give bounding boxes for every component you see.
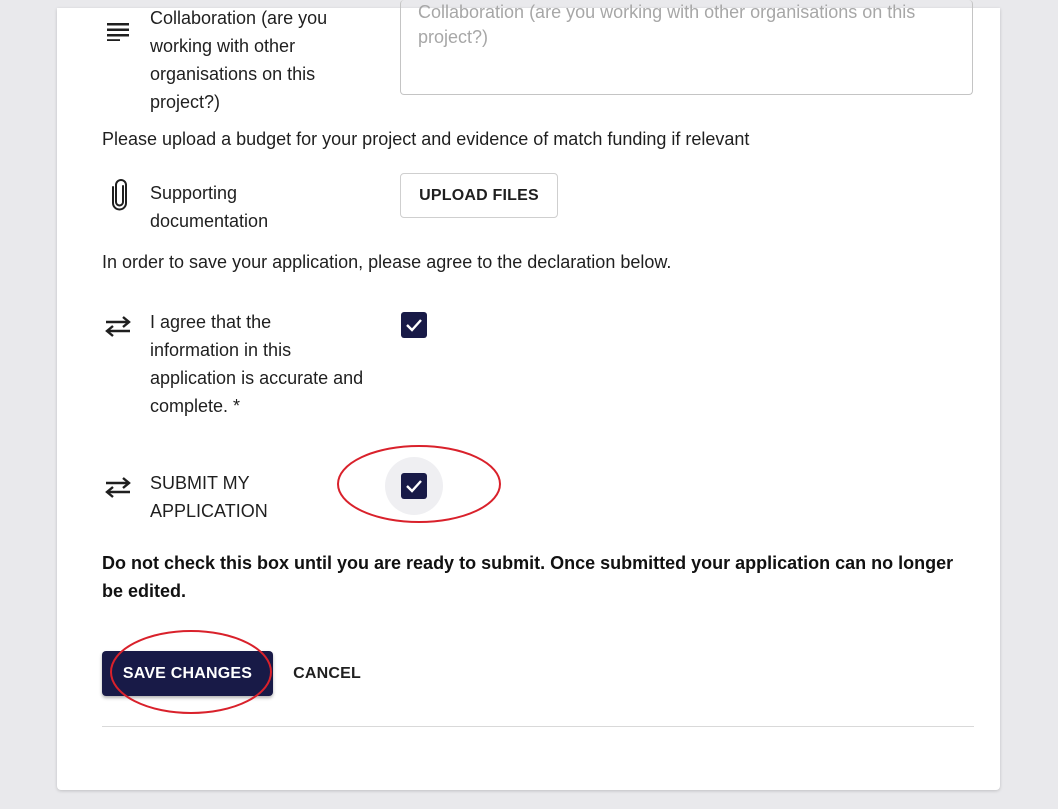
- collaboration-placeholder: Collaboration (are you working with othe…: [418, 2, 916, 47]
- budget-instruction: Please upload a budget for your project …: [102, 129, 750, 149]
- paperclip-icon: [112, 179, 127, 211]
- cancel-button[interactable]: CANCEL: [283, 651, 371, 696]
- agree-label: I agree that the information in this app…: [150, 312, 364, 416]
- declaration-instruction: In order to save your application, pleas…: [102, 252, 672, 272]
- supporting-docs-label: Supporting documentation: [150, 183, 269, 231]
- swap-arrows-icon: [105, 477, 131, 498]
- application-form-card: Collaboration (are you working with othe…: [57, 0, 1000, 790]
- checkmark-icon: [406, 480, 422, 493]
- upload-files-button[interactable]: UPLOAD FILES: [400, 173, 558, 218]
- collaboration-label: Collaboration (are you working with othe…: [150, 8, 328, 112]
- checkmark-icon: [406, 319, 422, 332]
- divider: [102, 726, 974, 727]
- text-lines-icon: [107, 23, 129, 41]
- swap-arrows-icon: [105, 316, 131, 337]
- agree-checkbox[interactable]: [401, 312, 427, 338]
- save-changes-button[interactable]: SAVE CHANGES: [102, 651, 273, 696]
- submit-checkbox[interactable]: [401, 473, 427, 499]
- submit-warning: Do not check this box until you are read…: [102, 553, 954, 601]
- submit-label: SUBMIT MY APPLICATION: [150, 473, 268, 521]
- collaboration-textarea[interactable]: Collaboration (are you working with othe…: [400, 0, 973, 95]
